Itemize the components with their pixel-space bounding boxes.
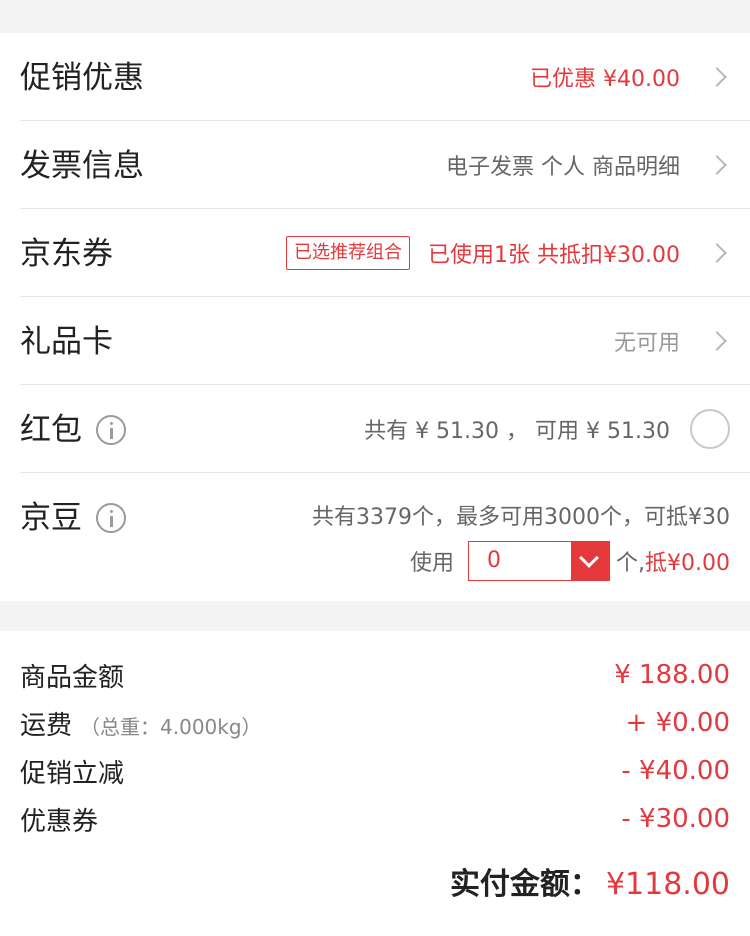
coupon-label: 京东券	[20, 236, 113, 272]
redpacket-radio[interactable]	[690, 409, 730, 449]
summary-label: 运费	[20, 710, 73, 741]
beans-label: 京豆	[20, 500, 126, 536]
beans-amount-select[interactable]: 0	[468, 541, 611, 581]
price-summary: 商品金额 ¥ 188.00 运费 （总重：4.000kg） + ¥0.00 促销立…	[0, 631, 750, 906]
redpacket-label: 红包	[20, 412, 126, 448]
chevron-right-icon	[707, 67, 727, 87]
summary-row: 优惠券 - ¥30.00	[20, 795, 730, 843]
chevron-right-icon	[707, 243, 727, 263]
top-gap	[0, 0, 750, 33]
redpacket-label-text: 红包	[20, 412, 82, 448]
summary-value: + ¥0.00	[625, 708, 730, 738]
redpacket-row: 红包 共有 ¥ 51.30 ， 可用 ¥ 51.30	[20, 385, 750, 473]
chevron-right-icon	[707, 155, 727, 175]
summary-label: 商品金额	[20, 662, 125, 693]
info-icon[interactable]	[96, 503, 126, 533]
shipping-weight: （总重：4.000kg）	[80, 714, 262, 739]
total-payment: 实付金额： ¥118.00	[450, 859, 730, 903]
beans-label-text: 京豆	[20, 500, 82, 536]
beans-summary: 共有3379个，最多可用3000个，可抵¥30	[312, 505, 730, 530]
total-label: 实付金额：	[449, 867, 600, 902]
giftcard-label: 礼品卡	[20, 324, 113, 360]
summary-value: - ¥30.00	[621, 804, 730, 834]
chevron-down-icon[interactable]	[571, 542, 610, 580]
beans-unit: 个,	[616, 551, 646, 576]
summary-row: 运费 （总重：4.000kg） + ¥0.00	[20, 699, 730, 747]
info-icon[interactable]	[96, 415, 126, 445]
summary-value: - ¥40.00	[621, 756, 730, 786]
invoice-row[interactable]: 发票信息 电子发票 个人 商品明细	[20, 121, 750, 209]
summary-value: ¥ 188.00	[614, 660, 730, 690]
redpacket-value: 共有 ¥ 51.30 ， 可用 ¥ 51.30	[364, 419, 670, 444]
summary-row: 促销立减 - ¥40.00	[20, 747, 730, 795]
beans-amount-value[interactable]: 0	[469, 542, 571, 580]
giftcard-value: 无可用	[613, 331, 680, 356]
summary-label: 促销立减	[20, 758, 125, 789]
beans-row: 京豆 共有3379个，最多可用3000个，可抵¥30 使用 0 个, 抵¥0.0…	[20, 473, 750, 601]
beans-deduct: 抵¥0.00	[645, 551, 730, 576]
promo-row[interactable]: 促销优惠 已优惠 ¥40.00	[20, 33, 750, 121]
giftcard-row[interactable]: 礼品卡 无可用	[20, 297, 750, 385]
total-value: ¥118.00	[605, 867, 730, 902]
invoice-label: 发票信息	[20, 148, 144, 184]
promo-value: 已优惠 ¥40.00	[530, 67, 680, 92]
chevron-right-icon	[707, 331, 727, 351]
summary-label: 优惠券	[20, 806, 99, 837]
invoice-value: 电子发票 个人 商品明细	[446, 155, 680, 180]
summary-row: 商品金额 ¥ 188.00	[20, 651, 730, 699]
order-options: 促销优惠 已优惠 ¥40.00 发票信息 电子发票 个人 商品明细 京东券 已选…	[0, 33, 750, 601]
coupon-value: 已使用1张 共抵扣¥30.00	[428, 243, 680, 268]
promo-label: 促销优惠	[20, 60, 144, 96]
coupon-row[interactable]: 京东券 已选推荐组合 已使用1张 共抵扣¥30.00	[20, 209, 750, 297]
mid-gap	[0, 601, 750, 631]
beans-use-label: 使用	[410, 551, 455, 576]
coupon-recommend-tag: 已选推荐组合	[286, 236, 411, 270]
